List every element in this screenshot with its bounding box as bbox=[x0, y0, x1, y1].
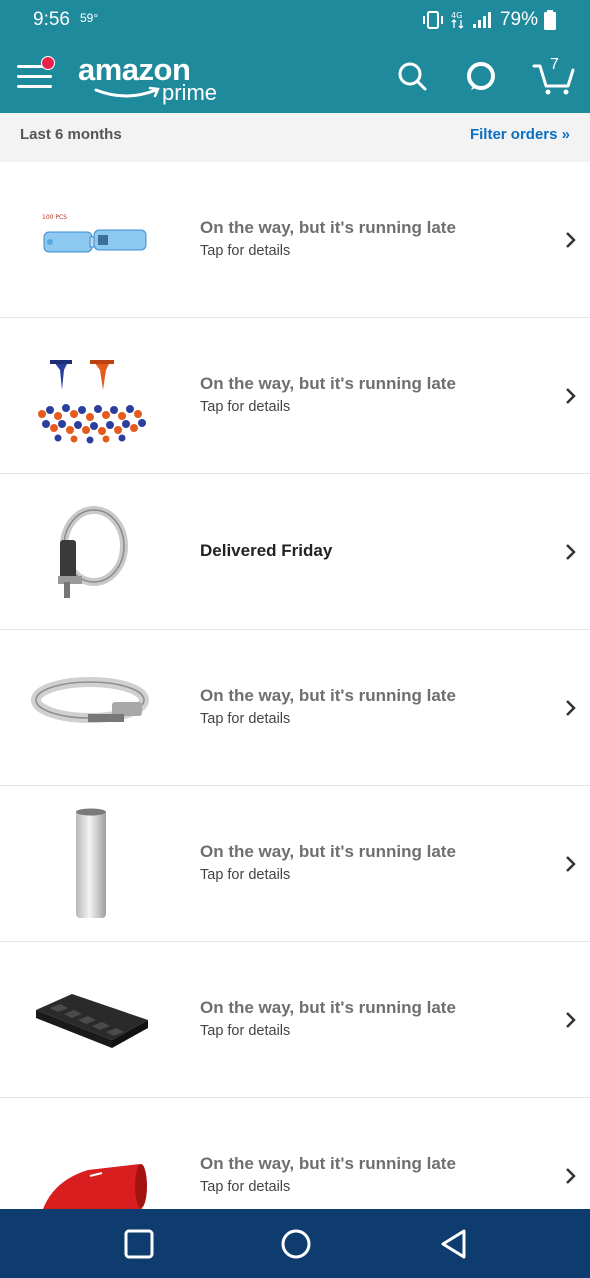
order-status: On the way, but it's running late bbox=[200, 374, 456, 393]
amazon-prime-logo[interactable]: amazon prime bbox=[78, 52, 223, 106]
signal-icon bbox=[472, 12, 491, 28]
order-detail: Tap for details bbox=[200, 1023, 291, 1039]
order-status: On the way, but it's running late bbox=[200, 218, 456, 237]
search-icon[interactable] bbox=[394, 58, 430, 94]
chevron-right-icon bbox=[566, 1168, 576, 1184]
cart-count: 7 bbox=[550, 56, 559, 73]
filter-orders-link[interactable]: Filter orders » bbox=[470, 126, 570, 143]
svg-text:4G: 4G bbox=[451, 11, 462, 20]
status-right: 4G 79% bbox=[422, 9, 556, 31]
order-text: On the way, but it's running late Tap fo… bbox=[200, 686, 456, 727]
order-text: Delivered Friday bbox=[200, 541, 332, 561]
data-4g-icon: 4G bbox=[451, 11, 464, 29]
time-range-label: Last 6 months bbox=[20, 126, 122, 143]
order-detail: Tap for details bbox=[200, 711, 291, 727]
order-status: Delivered Friday bbox=[200, 541, 333, 560]
order-row[interactable]: On the way, but it's running late Tap fo… bbox=[0, 630, 590, 786]
logo-prime: prime bbox=[162, 80, 218, 105]
order-text: On the way, but it's running late Tap fo… bbox=[200, 842, 456, 883]
chevron-right-icon bbox=[566, 232, 576, 248]
product-image-t-bolt-clamp bbox=[28, 496, 154, 608]
chevron-right-icon bbox=[566, 1012, 576, 1028]
back-icon[interactable] bbox=[436, 1226, 472, 1262]
smile-arrow-icon bbox=[94, 86, 160, 98]
order-row[interactable]: Delivered Friday bbox=[0, 474, 590, 630]
status-time: 9:56 bbox=[33, 9, 70, 30]
order-row[interactable]: On the way, but it's running late Tap fo… bbox=[0, 318, 590, 474]
product-image-aluminum-pipe bbox=[28, 808, 154, 920]
app-header: amazon prime 7 bbox=[0, 40, 590, 113]
product-image-band-clamp bbox=[28, 652, 154, 764]
product-image-push-clips bbox=[28, 340, 154, 452]
order-detail: Tap for details bbox=[200, 243, 291, 259]
order-row[interactable]: 100 PCS On the way, but it's running lat… bbox=[0, 162, 590, 318]
alexa-icon[interactable] bbox=[463, 58, 499, 94]
chevron-right-icon bbox=[566, 700, 576, 716]
order-text: On the way, but it's running late Tap fo… bbox=[200, 374, 456, 415]
order-text: On the way, but it's running late Tap fo… bbox=[200, 998, 456, 1039]
order-status: On the way, but it's running late bbox=[200, 686, 456, 705]
status-temperature: 59° bbox=[80, 11, 99, 25]
order-status: On the way, but it's running late bbox=[200, 842, 456, 861]
chevron-right-icon bbox=[566, 388, 576, 404]
order-detail: Tap for details bbox=[200, 1179, 291, 1195]
order-row[interactable]: On the way, but it's running late Tap fo… bbox=[0, 942, 590, 1098]
order-detail: Tap for details bbox=[200, 867, 291, 883]
recent-apps-icon[interactable] bbox=[121, 1226, 157, 1262]
chevron-right-icon bbox=[566, 856, 576, 872]
product-image-switch-panel bbox=[28, 964, 154, 1076]
order-detail: Tap for details bbox=[200, 399, 291, 415]
order-status: On the way, but it's running late bbox=[200, 1154, 456, 1173]
orders-filter-bar: Last 6 months Filter orders » bbox=[0, 113, 590, 162]
notification-dot bbox=[41, 56, 55, 70]
status-bar: 9:56 59° 4G 79% bbox=[0, 0, 590, 40]
chevron-right-icon bbox=[566, 544, 576, 560]
order-text: On the way, but it's running late Tap fo… bbox=[200, 1154, 456, 1195]
cart-button[interactable]: 7 bbox=[532, 54, 576, 98]
order-status: On the way, but it's running late bbox=[200, 998, 456, 1017]
menu-icon[interactable] bbox=[17, 56, 55, 90]
home-icon[interactable] bbox=[278, 1226, 314, 1262]
system-navigation-bar bbox=[0, 1209, 590, 1278]
product-image-connectors: 100 PCS bbox=[28, 184, 154, 296]
battery-icon bbox=[544, 10, 556, 30]
battery-percent: 79% bbox=[499, 9, 538, 30]
orders-list: 100 PCS On the way, but it's running lat… bbox=[0, 162, 590, 1254]
vibrate-icon bbox=[422, 11, 443, 29]
order-row[interactable]: On the way, but it's running late Tap fo… bbox=[0, 786, 590, 942]
order-text: On the way, but it's running late Tap fo… bbox=[200, 218, 456, 259]
